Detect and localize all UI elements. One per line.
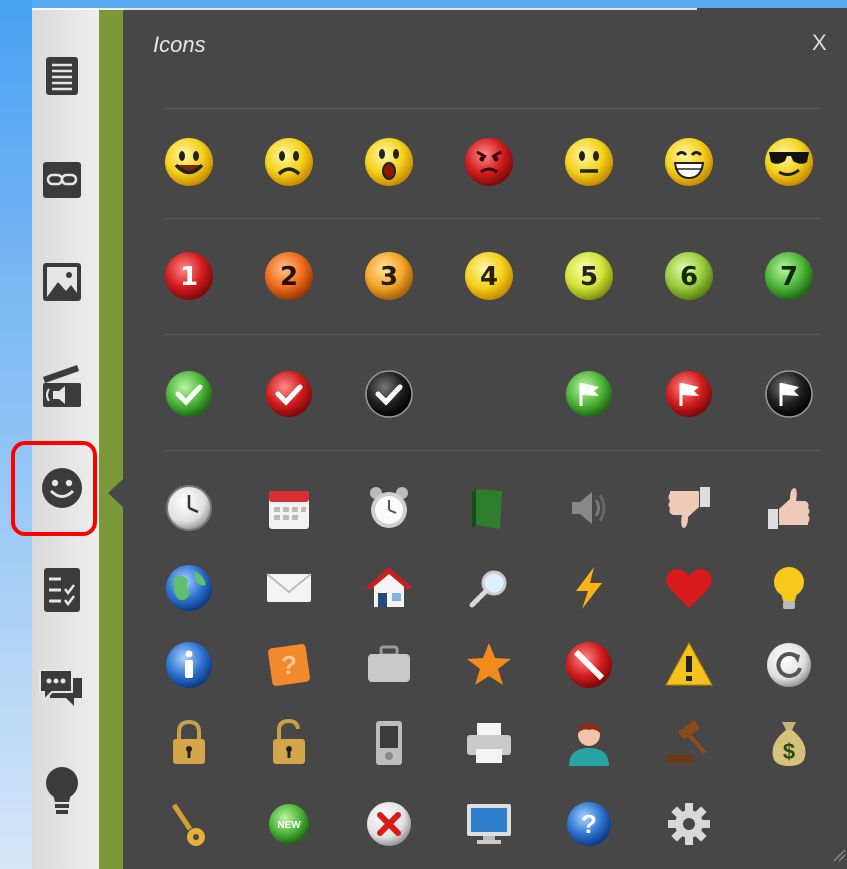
flag-red-icon[interactable] xyxy=(661,366,717,422)
check-green-icon[interactable] xyxy=(161,366,217,422)
svg-text:NEW: NEW xyxy=(277,820,301,831)
lightbulb-icon[interactable] xyxy=(36,766,88,818)
question-box-icon[interactable]: ? xyxy=(261,637,317,693)
svg-text:1: 1 xyxy=(180,262,198,292)
close-button[interactable]: X xyxy=(812,30,827,56)
no-entry-icon[interactable] xyxy=(561,637,617,693)
new-badge-icon[interactable]: NEW xyxy=(261,796,317,852)
bulb-icon[interactable] xyxy=(761,560,817,616)
smiley-icon[interactable] xyxy=(36,462,88,514)
unlock-icon[interactable] xyxy=(261,715,317,771)
angry-icon[interactable] xyxy=(461,134,517,190)
row-separator xyxy=(165,108,820,109)
speaker-icon[interactable] xyxy=(561,480,617,536)
monitor-icon[interactable] xyxy=(461,796,517,852)
number-6-icon[interactable]: 6 xyxy=(661,248,717,304)
row-separator xyxy=(165,334,820,335)
checklist-icon[interactable] xyxy=(36,564,88,616)
cool-icon[interactable] xyxy=(761,134,817,190)
sidebar xyxy=(32,8,99,869)
number-5-icon[interactable]: 5 xyxy=(561,248,617,304)
smile-icon[interactable] xyxy=(161,134,217,190)
svg-text:5: 5 xyxy=(580,262,598,292)
panel-title: Icons xyxy=(153,32,206,57)
calendar-icon[interactable] xyxy=(261,480,317,536)
user-icon[interactable] xyxy=(561,715,617,771)
sidebar-accent-bar xyxy=(99,8,123,869)
money-bag-icon[interactable]: $ xyxy=(761,715,817,771)
check-black-icon[interactable] xyxy=(361,366,417,422)
briefcase-icon[interactable] xyxy=(361,637,417,693)
globe-icon[interactable] xyxy=(161,560,217,616)
printer-icon[interactable] xyxy=(461,715,517,771)
svg-text:$: $ xyxy=(783,739,795,764)
media-icon[interactable] xyxy=(36,360,88,412)
panel-top-border xyxy=(32,8,697,10)
clock-icon[interactable] xyxy=(161,480,217,536)
document-icon[interactable] xyxy=(36,50,88,102)
number-3-icon[interactable]: 3 xyxy=(361,248,417,304)
flag-black-icon[interactable] xyxy=(761,366,817,422)
desktop-background xyxy=(0,0,32,869)
neutral-icon[interactable] xyxy=(561,134,617,190)
lightning-icon[interactable] xyxy=(561,560,617,616)
row-separator xyxy=(165,218,820,219)
panel-pointer xyxy=(108,478,124,508)
check-red-icon[interactable] xyxy=(261,366,317,422)
sad-icon[interactable] xyxy=(261,134,317,190)
refresh-icon[interactable] xyxy=(761,637,817,693)
thumbs-down-icon[interactable] xyxy=(661,480,717,536)
surprised-icon[interactable] xyxy=(361,134,417,190)
key-icon[interactable] xyxy=(161,796,217,852)
delete-icon[interactable] xyxy=(361,796,417,852)
help-icon[interactable]: ? xyxy=(561,796,617,852)
gavel-icon[interactable] xyxy=(661,715,717,771)
heart-icon[interactable] xyxy=(661,560,717,616)
chat-icon[interactable] xyxy=(36,664,88,716)
grin-icon[interactable] xyxy=(661,134,717,190)
info-icon[interactable] xyxy=(161,637,217,693)
svg-text:?: ? xyxy=(281,650,297,680)
row-separator xyxy=(165,450,820,451)
number-7-icon[interactable]: 7 xyxy=(761,248,817,304)
number-4-icon[interactable]: 4 xyxy=(461,248,517,304)
image-icon[interactable] xyxy=(36,256,88,308)
book-icon[interactable] xyxy=(461,480,517,536)
alarm-clock-icon[interactable] xyxy=(361,480,417,536)
settings-icon[interactable] xyxy=(661,796,717,852)
lock-icon[interactable] xyxy=(161,715,217,771)
link-icon[interactable] xyxy=(36,154,88,206)
svg-text:4: 4 xyxy=(480,262,498,292)
thumbs-up-icon[interactable] xyxy=(761,480,817,536)
svg-text:3: 3 xyxy=(380,262,398,292)
warning-icon[interactable] xyxy=(661,637,717,693)
number-2-icon[interactable]: 2 xyxy=(261,248,317,304)
svg-text:2: 2 xyxy=(280,262,298,292)
star-icon[interactable] xyxy=(461,637,517,693)
flag-green-icon[interactable] xyxy=(561,366,617,422)
svg-text:?: ? xyxy=(581,809,597,839)
resize-grip-icon[interactable] xyxy=(832,848,846,862)
number-1-icon[interactable]: 1 xyxy=(161,248,217,304)
home-icon[interactable] xyxy=(361,560,417,616)
svg-text:6: 6 xyxy=(680,262,698,292)
media-player-icon[interactable] xyxy=(361,715,417,771)
svg-text:7: 7 xyxy=(780,262,798,292)
magnifier-icon[interactable] xyxy=(461,560,517,616)
mail-icon[interactable] xyxy=(261,560,317,616)
